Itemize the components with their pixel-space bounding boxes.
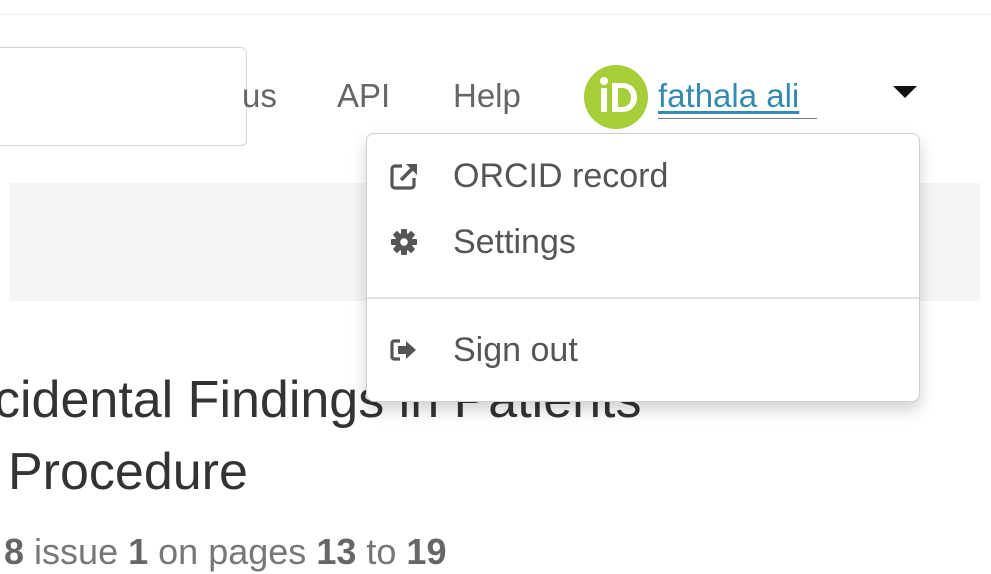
user-menu-toggle[interactable]: fathala ali — [658, 74, 818, 119]
menu-item-settings[interactable]: Settings — [367, 212, 919, 272]
menu-item-sign-out[interactable]: Sign out — [367, 320, 919, 380]
user-dropdown-menu: ORCID record Settings Sign out — [366, 133, 920, 402]
nav-link-api[interactable]: API — [337, 74, 390, 118]
gear-icon — [389, 227, 419, 257]
menu-label-settings: Settings — [453, 223, 576, 261]
menu-label-sign-out: Sign out — [453, 331, 578, 369]
nav-link-partial[interactable]: us — [242, 74, 277, 118]
caret-down-icon[interactable] — [893, 86, 917, 98]
volume-number: 8 — [4, 531, 25, 572]
to-word: to — [366, 531, 397, 572]
article-title-line-2: Procedure — [8, 443, 248, 501]
orcid-id-icon[interactable] — [584, 65, 648, 129]
header-divider — [0, 14, 991, 15]
nav-link-help[interactable]: Help — [453, 74, 521, 118]
page-end: 19 — [406, 531, 447, 572]
external-link-icon — [389, 161, 419, 191]
pages-word: on pages — [158, 531, 307, 572]
menu-item-orcid-record[interactable]: ORCID record — [367, 146, 919, 206]
menu-divider — [367, 297, 919, 299]
menu-label-orcid-record: ORCID record — [453, 157, 669, 195]
issue-number: 1 — [128, 531, 149, 572]
search-input[interactable] — [0, 47, 247, 146]
sign-out-icon — [389, 335, 419, 365]
issue-info: 8 issue 1 on pages 13 to 19 — [4, 530, 446, 574]
page-start: 13 — [316, 531, 357, 572]
issue-word: issue — [34, 531, 119, 572]
